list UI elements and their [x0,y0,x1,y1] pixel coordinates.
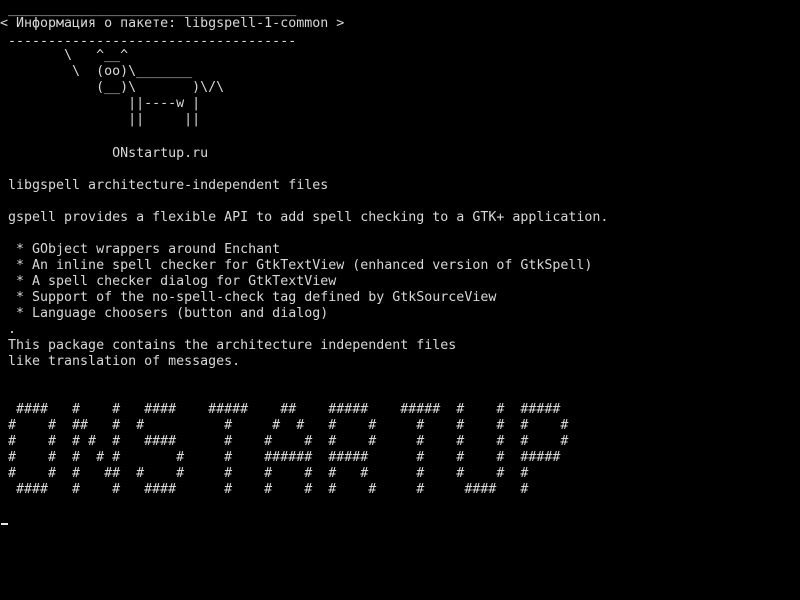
feature-item: * A spell checker dialog for GtkTextView [0,274,337,289]
banner-line-3: # # # # # #### # # # # # # # # # # [0,434,569,449]
cowsay-bubble-text: < Информация о пакете: libgspell-1-commo… [0,16,345,31]
terminal-screen[interactable]: ____________________________________ < И… [0,0,800,600]
package-note-line-2: like translation of messages. [0,354,241,369]
package-note-line-1: This package contains the architecture i… [0,338,457,353]
cow-ascii-line-2: \ (oo)\_______ [0,64,193,79]
feature-item: * An inline spell checker for GtkTextVie… [0,258,593,273]
cow-ascii-line-4: ||----w | [0,96,201,111]
feature-item: * GObject wrappers around Enchant [0,242,281,257]
feature-item: * Language choosers (button and dialog) [0,306,329,321]
cow-ascii-line-1: \ ^__^ [0,48,129,63]
banner-line-4: # # # # # # # ###### ##### # # # ##### [0,450,561,465]
banner-line-1: #### # # #### ##### ## ##### ##### # # #… [0,402,561,417]
text-cursor [1,523,8,525]
cow-ascii-line-3: (__)\ )\/\ [0,80,225,95]
banner-line-5: # # # ## # # # # # # # # # # # [0,466,529,481]
feature-item: * Support of the no-spell-check tag defi… [0,290,497,305]
cow-ascii-line-5: || || [0,112,201,127]
description-separator: . [0,322,17,337]
site-credit: ONstartup.ru [0,146,209,161]
banner-line-6: #### # # #### # # # # # # #### # [0,482,529,497]
package-description: gspell provides a flexible API to add sp… [0,210,609,225]
package-summary: libgspell architecture-independent files [0,178,329,193]
banner-line-2: # # ## # # # # # # # # # # # # [0,418,569,433]
